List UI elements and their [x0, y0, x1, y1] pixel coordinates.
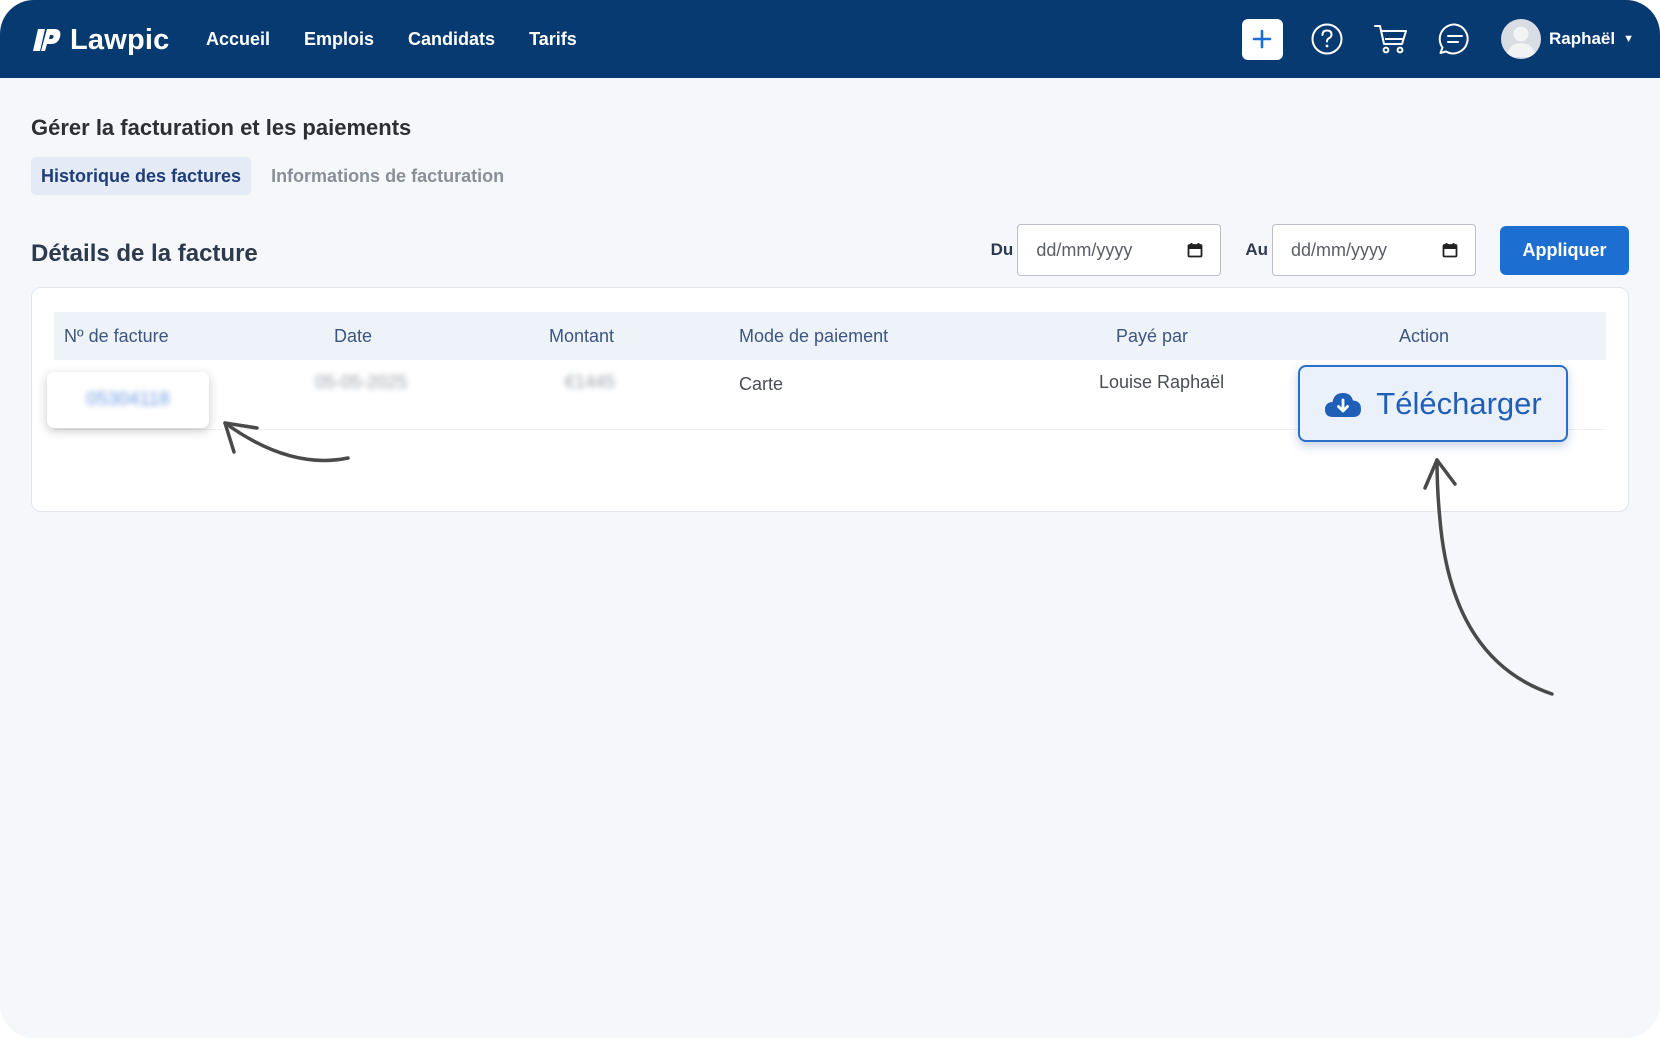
- nav-item-emplois[interactable]: Emplois: [304, 29, 374, 50]
- cloud-download-icon: [1325, 392, 1362, 417]
- page-title: Gérer la facturation et les paiements: [31, 115, 412, 140]
- invoice-number-link[interactable]: 05304118: [47, 372, 209, 428]
- section-title: Détails de la facture: [31, 240, 258, 267]
- nav-item-tarifs[interactable]: Tarifs: [529, 29, 577, 50]
- cell-date: 05-05-2025: [315, 372, 408, 392]
- lawpic-logo-icon: [33, 29, 61, 51]
- cell-payment-mode: Carte: [739, 374, 784, 394]
- user-menu[interactable]: Raphaël ▼: [1500, 19, 1634, 59]
- plus-icon: [1253, 29, 1272, 49]
- avatar-icon: [1505, 26, 1536, 57]
- app-window: Lawpic Accueil Emplois Candidats Tarifs: [0, 0, 1660, 1038]
- top-actions: Raphaël ▼: [1241, 0, 1634, 78]
- nav-item-candidats[interactable]: Candidats: [408, 29, 495, 50]
- column-header-action: Action: [1399, 325, 1450, 346]
- calendar-icon[interactable]: [1442, 242, 1458, 258]
- cell-invoice-no: 05304118: [86, 389, 170, 410]
- column-header-paid-by: Payé par: [1116, 325, 1189, 346]
- chat-icon: [1438, 23, 1469, 55]
- cart-icon: [1373, 25, 1407, 54]
- column-header-payment-mode: Mode de paiement: [739, 325, 889, 346]
- from-date-value: dd/mm/yyyy: [1036, 239, 1133, 260]
- column-header-amount: Montant: [549, 325, 615, 346]
- date-filters: Du dd/mm/yyyy Au dd/mm/yyyy Appliquer: [991, 224, 1629, 276]
- cell-amount: €1445: [565, 372, 616, 392]
- messages-button[interactable]: [1437, 21, 1473, 57]
- to-date-value: dd/mm/yyyy: [1291, 239, 1388, 260]
- column-header-date: Date: [334, 325, 373, 346]
- column-header-invoice-no: Nº de facture: [64, 325, 169, 346]
- download-button-label: Télécharger: [1376, 385, 1542, 421]
- nav-item-accueil[interactable]: Accueil: [206, 29, 270, 50]
- chevron-down-icon: ▼: [1623, 33, 1634, 45]
- calendar-icon[interactable]: [1187, 242, 1203, 258]
- user-name: Raphaël: [1548, 29, 1616, 48]
- to-date-input[interactable]: dd/mm/yyyy: [1272, 224, 1476, 276]
- from-label: Du: [990, 240, 1014, 259]
- from-date-input[interactable]: dd/mm/yyyy: [1017, 224, 1222, 276]
- tab-bar: Historique des factures Informations de …: [31, 157, 514, 195]
- top-navigation-bar: Lawpic Accueil Emplois Candidats Tarifs: [0, 0, 1660, 78]
- tab-invoice-history[interactable]: Historique des factures: [31, 157, 252, 195]
- cart-button[interactable]: [1373, 21, 1409, 57]
- add-button[interactable]: [1241, 18, 1283, 60]
- help-circle-icon: [1311, 23, 1343, 55]
- brand-logo[interactable]: Lawpic: [32, 22, 170, 58]
- tab-billing-information[interactable]: Informations de facturation: [261, 157, 514, 195]
- brand-name: Lawpic: [70, 23, 170, 56]
- main-nav: Accueil Emplois Candidats Tarifs: [206, 0, 577, 78]
- cell-paid-by: Louise Raphaël: [1099, 372, 1225, 392]
- help-button[interactable]: [1309, 21, 1345, 57]
- avatar: [1500, 19, 1541, 59]
- to-label: Au: [1245, 240, 1268, 259]
- download-button[interactable]: Télécharger: [1298, 365, 1568, 442]
- apply-button[interactable]: Appliquer: [1500, 225, 1629, 275]
- table-header: Nº de facture Date Montant Mode de paiem…: [54, 312, 1606, 360]
- annotation-arrows: [223, 421, 1554, 696]
